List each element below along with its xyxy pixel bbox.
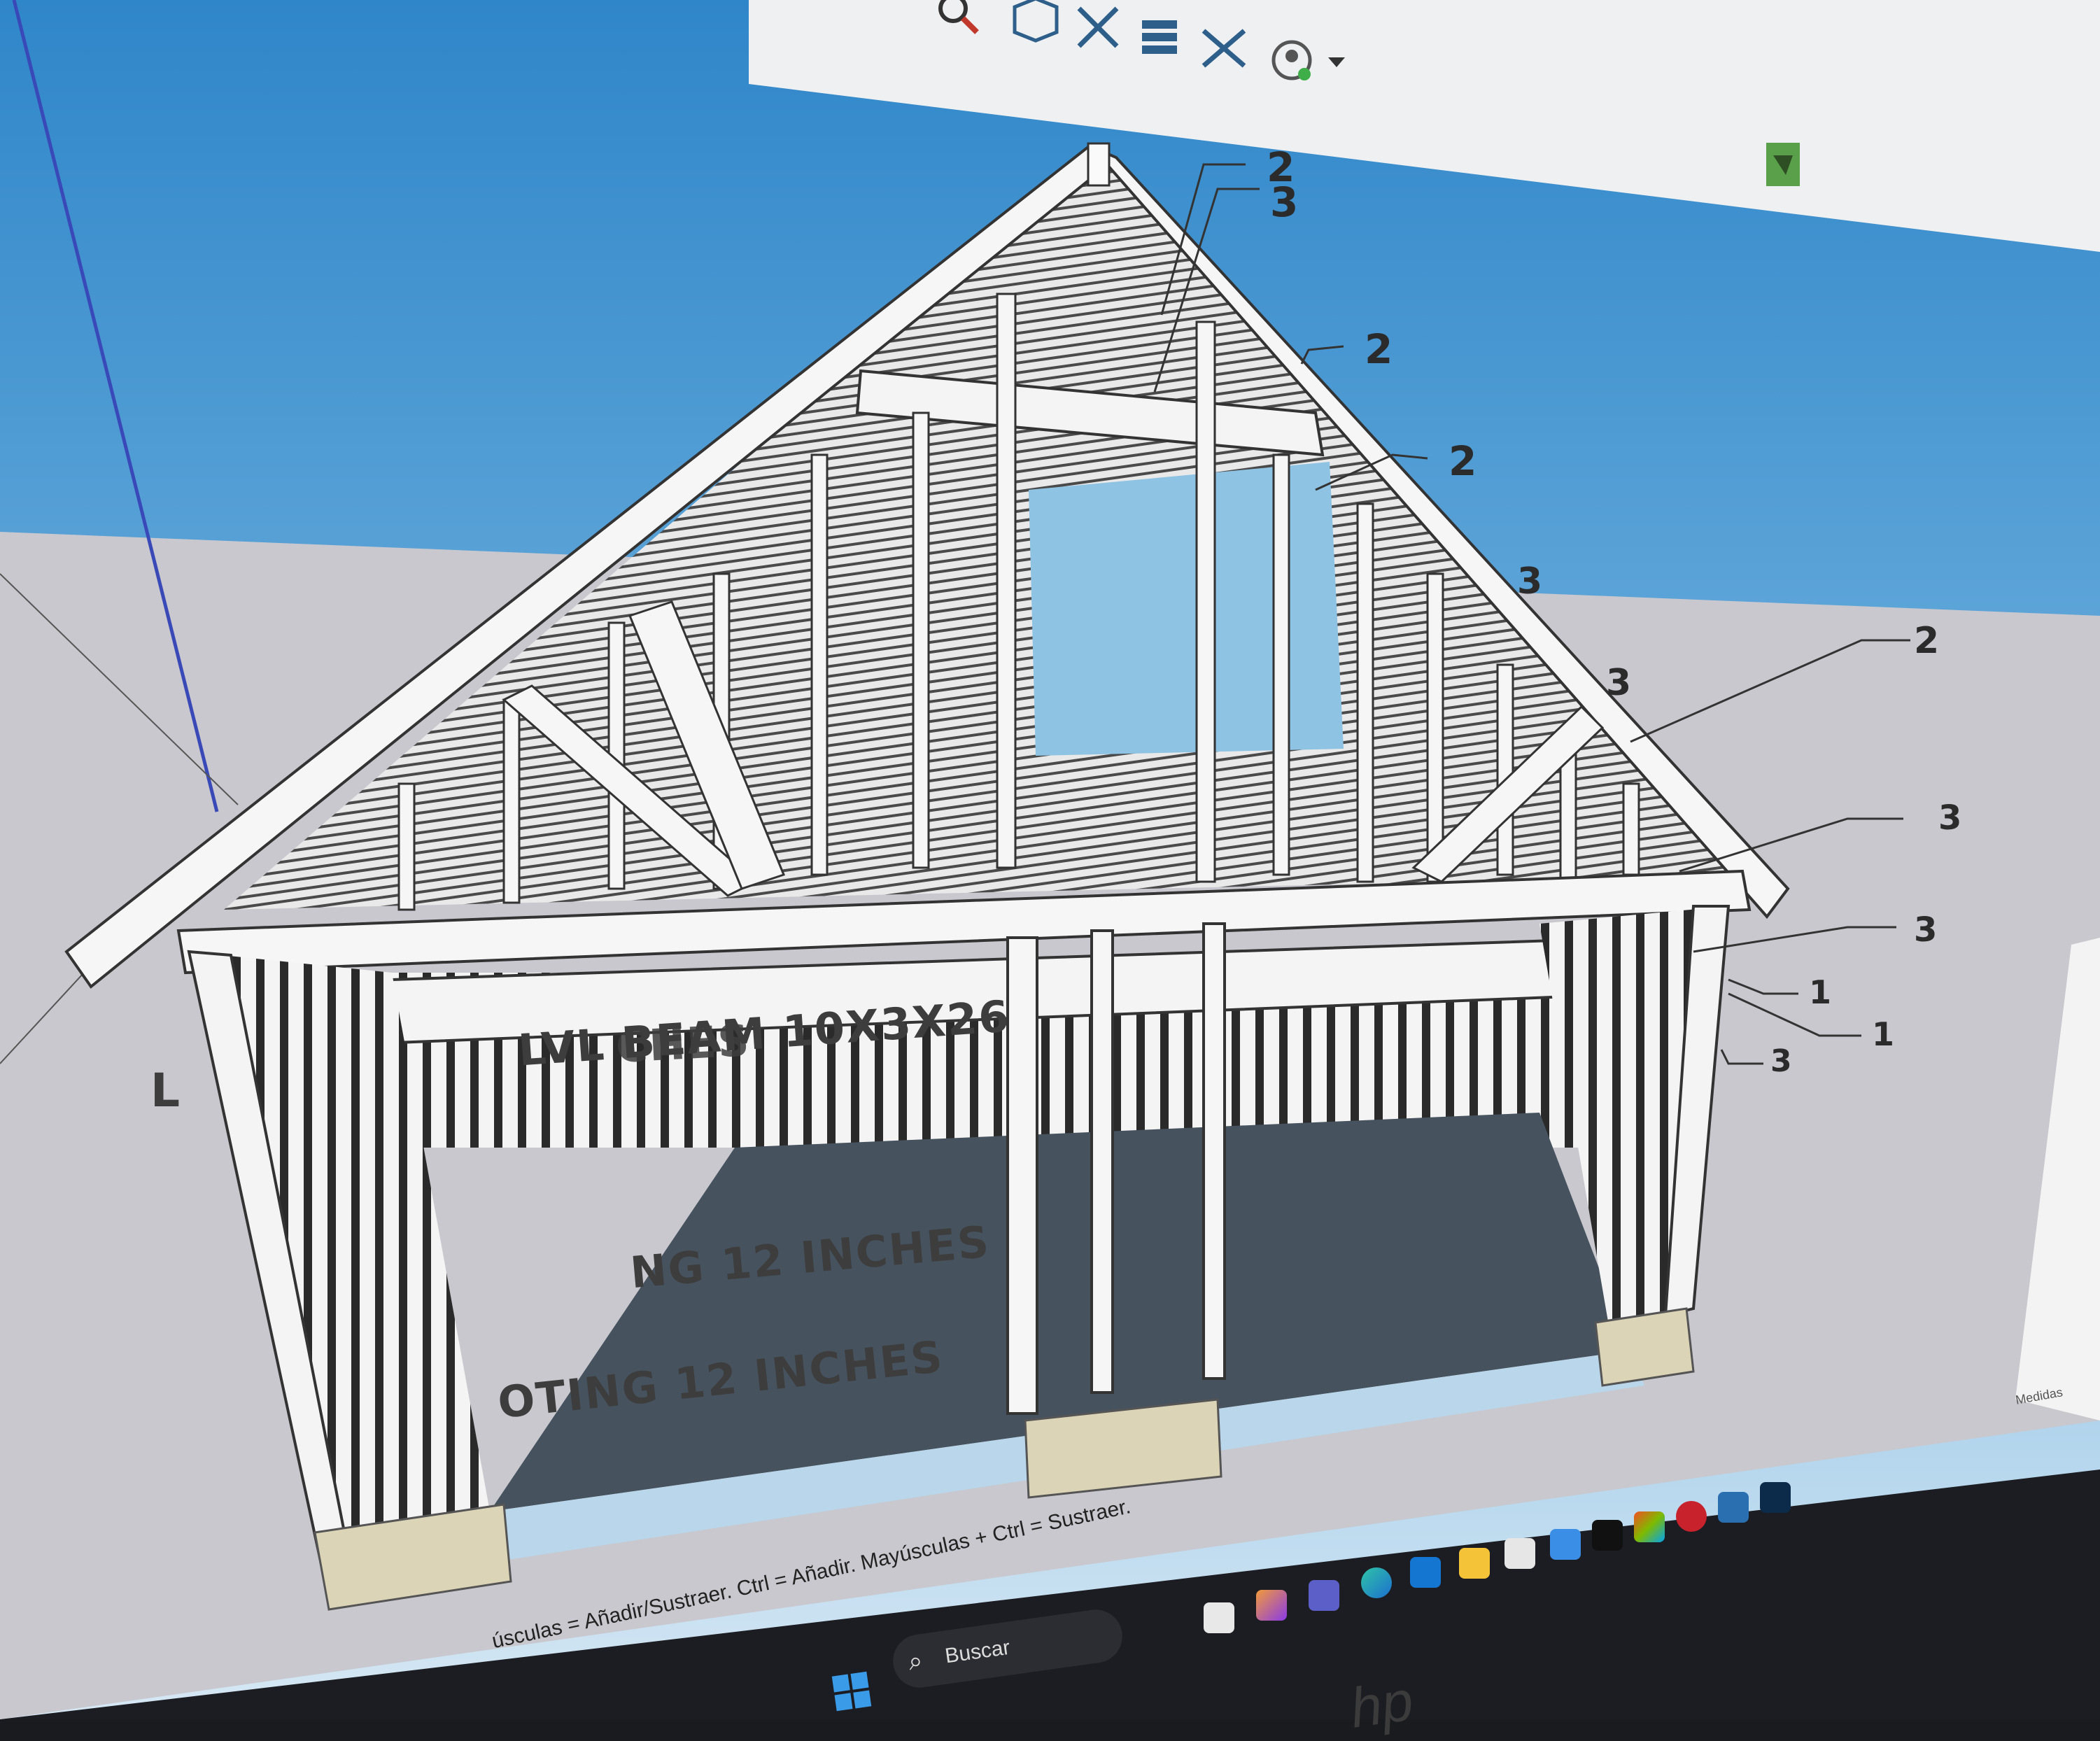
outlook-icon[interactable] xyxy=(1410,1557,1441,1588)
callout-label: 3 xyxy=(1770,1043,1792,1079)
callout-label: 2 xyxy=(1365,325,1393,373)
edge-icon[interactable] xyxy=(1361,1567,1392,1598)
chevron-down-icon[interactable] xyxy=(1323,49,1351,77)
pinterest-icon[interactable] xyxy=(1676,1501,1707,1532)
callout-label: 1 xyxy=(1809,973,1832,1011)
folder-icon[interactable] xyxy=(1459,1548,1490,1579)
windows-start-button[interactable] xyxy=(831,1670,873,1713)
app-icon[interactable] xyxy=(1550,1529,1581,1560)
callout-label: 1 xyxy=(1872,1015,1895,1053)
callout-label: 2 xyxy=(1914,620,1940,662)
section-fill-icon[interactable] xyxy=(1197,21,1251,76)
photoshop-icon[interactable] xyxy=(1760,1482,1791,1513)
sketchup-icon[interactable] xyxy=(1718,1492,1749,1523)
tiktok-icon[interactable] xyxy=(1592,1520,1623,1551)
search-icon[interactable] xyxy=(931,0,985,41)
callout-label: 3 xyxy=(1517,561,1543,602)
layers-icon[interactable] xyxy=(1134,10,1188,65)
taskbar-search-label: Buscar xyxy=(943,1635,1012,1668)
callout-label: 3 xyxy=(1938,798,1962,838)
section-plane-icon[interactable] xyxy=(1071,0,1125,55)
teams-icon[interactable] xyxy=(1309,1580,1339,1611)
files-icon[interactable] xyxy=(1204,1602,1234,1633)
callout-label: 2 xyxy=(1449,437,1477,485)
component-icon[interactable] xyxy=(1008,0,1062,48)
gable-opening xyxy=(1029,462,1344,756)
callout-label: 3 xyxy=(1914,910,1938,950)
callout-label: 3 xyxy=(1606,662,1632,704)
user-account-icon[interactable] xyxy=(1267,35,1321,90)
left-partial-label: L xyxy=(150,1064,182,1118)
copilot-icon[interactable] xyxy=(1256,1590,1287,1621)
sketchup-viewport[interactable] xyxy=(0,0,2100,1719)
callout-label: 3 xyxy=(1270,178,1299,226)
search-icon: ⌕ xyxy=(906,1645,925,1676)
hp-logo: hp xyxy=(1346,1669,1417,1740)
store-icon[interactable] xyxy=(1504,1538,1535,1569)
tray-icon[interactable] xyxy=(1763,140,1803,189)
office-icon[interactable] xyxy=(1634,1511,1665,1542)
